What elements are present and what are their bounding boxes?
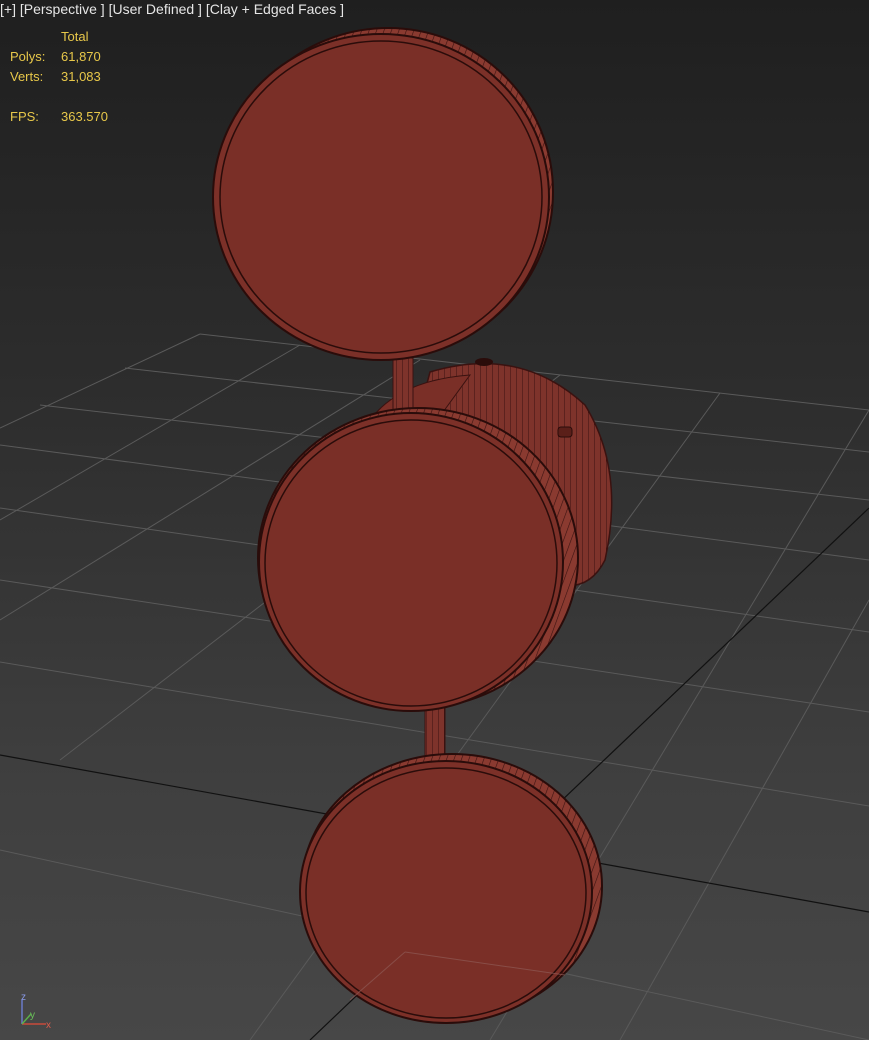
verts-value: 31,083 xyxy=(61,69,101,84)
polys-label: Polys: xyxy=(10,49,46,64)
viewport-label-menu: [+] [Perspective ] [User Defined ] [Clay… xyxy=(0,1,344,17)
gizmo-z-label: z xyxy=(21,992,26,1003)
stats-total-header: Total xyxy=(61,29,89,44)
fps-label: FPS: xyxy=(10,109,39,124)
bottom-disc[interactable] xyxy=(299,753,603,1024)
middle-disc[interactable] xyxy=(257,407,579,712)
viewport-display-style-menu[interactable]: [Clay + Edged Faces ] xyxy=(206,1,344,17)
top-disc[interactable] xyxy=(212,27,554,361)
scene-canvas[interactable] xyxy=(0,0,869,1040)
viewport-view-menu[interactable]: [Perspective ] xyxy=(20,1,105,17)
gizmo-y-label: y xyxy=(30,1010,35,1021)
polys-value: 61,870 xyxy=(61,49,101,64)
fps-value: 363.570 xyxy=(61,109,108,124)
viewport-plus-menu[interactable]: [+] xyxy=(0,1,16,17)
perspective-viewport[interactable]: [+] [Perspective ] [User Defined ] [Clay… xyxy=(0,0,869,1040)
viewport-shading-menu[interactable]: [User Defined ] xyxy=(109,1,202,17)
verts-label: Verts: xyxy=(10,69,44,84)
gizmo-x-label: x xyxy=(46,1020,51,1030)
axis-gizmo-icon: z y x xyxy=(21,992,51,1030)
